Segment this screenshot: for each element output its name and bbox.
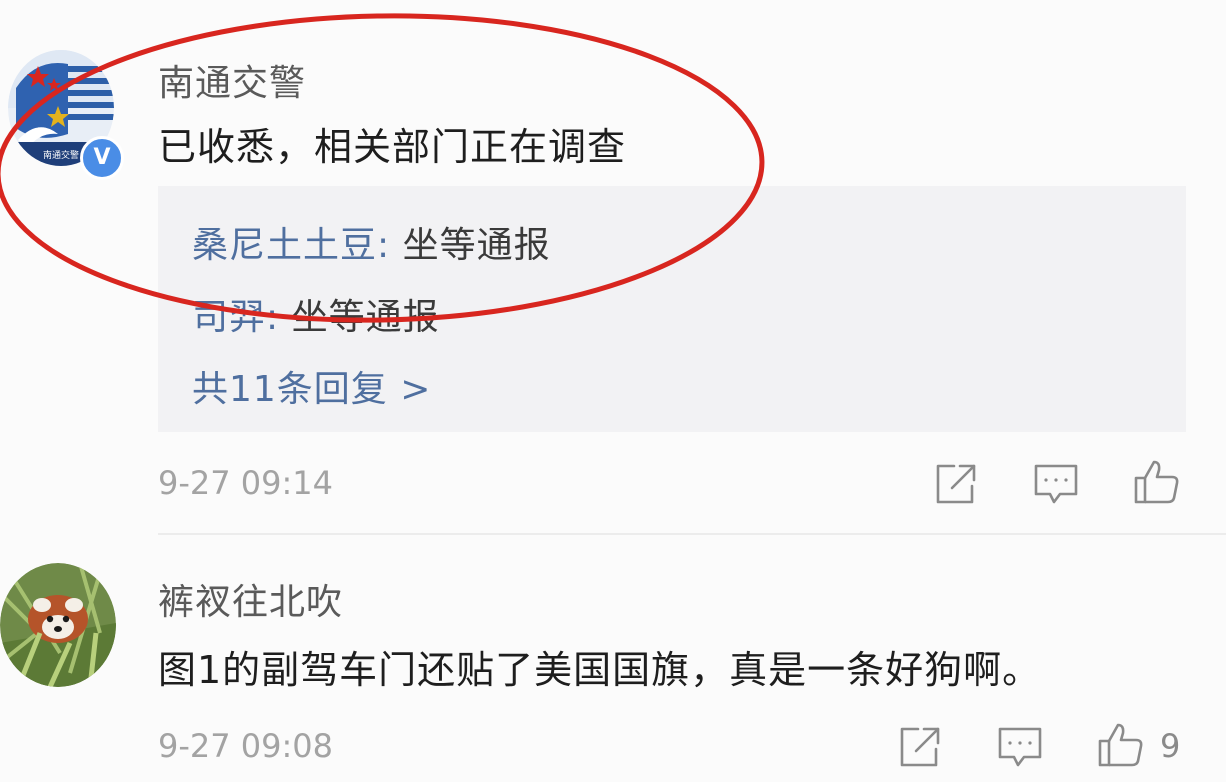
thumbs-up-icon: [1134, 460, 1179, 504]
share-icon: [900, 727, 940, 767]
share-button[interactable]: [932, 460, 980, 508]
reply-username[interactable]: 司羿: [192, 297, 266, 338]
reply-item[interactable]: 桑尼土土豆: 坐等通报: [192, 216, 551, 268]
reply-text: 坐等通报: [402, 225, 551, 266]
share-icon: [936, 464, 976, 504]
reply-text: 坐等通报: [291, 297, 440, 338]
verified-badge-icon: V: [80, 136, 124, 180]
comment-username[interactable]: 裤衩往北吹: [158, 573, 343, 625]
more-replies-link[interactable]: 共11条回复 >: [192, 360, 431, 412]
comment-timestamp: 9-27 09:08: [158, 727, 334, 765]
like-button[interactable]: [1096, 721, 1144, 769]
avatar[interactable]: [0, 563, 116, 687]
comment-icon: [998, 727, 1042, 767]
reply-item[interactable]: 司羿: 坐等通报: [192, 288, 440, 340]
comment-list: 南通交警 V 南通交警 已收悉，相关部门正在调查 桑尼土土豆: 坐等通报 司羿:…: [0, 0, 1226, 782]
comment-timestamp: 9-27 09:14: [158, 464, 334, 502]
reply-separator: :: [266, 297, 292, 338]
comment-text: 图1的副驾车门还贴了美国国旗，真是一条好狗啊。: [158, 648, 1042, 692]
like-button[interactable]: [1132, 458, 1180, 506]
comment-item: 裤衩往北吹 图1的副驾车门还贴了美国国旗，真是一条好狗啊。 9-27 09:08: [0, 535, 1226, 782]
comment-item: 南通交警 V 南通交警 已收悉，相关部门正在调查 桑尼土土豆: 坐等通报 司羿:…: [0, 0, 1226, 533]
avatar-caption: 南通交警: [43, 149, 79, 161]
reply-username[interactable]: 桑尼土土豆: [192, 225, 377, 266]
comment-button[interactable]: [1032, 460, 1080, 508]
comment-username[interactable]: 南通交警: [158, 54, 306, 106]
like-count: 9: [1160, 727, 1181, 765]
comment-icon: [1034, 464, 1078, 504]
red-panda-icon: [0, 563, 116, 687]
share-button[interactable]: [896, 723, 944, 771]
comment-text: 已收悉，相关部门正在调查: [158, 125, 627, 169]
reply-preview-box[interactable]: 桑尼土土豆: 坐等通报 司羿: 坐等通报 共11条回复 >: [158, 186, 1186, 432]
reply-separator: :: [377, 225, 403, 266]
comment-button[interactable]: [996, 723, 1044, 771]
thumbs-up-icon: [1098, 723, 1143, 767]
